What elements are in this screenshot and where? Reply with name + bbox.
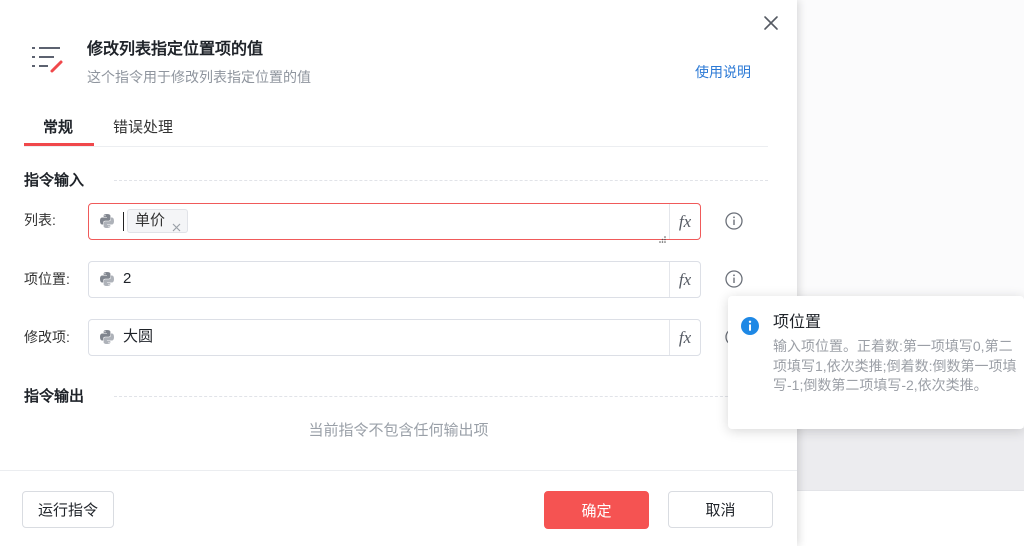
section-divider <box>114 396 768 397</box>
info-icon[interactable] <box>725 212 743 230</box>
background-panel-bottom <box>797 490 1024 546</box>
empty-output-text: 当前指令不包含任何输出项 <box>308 422 489 439</box>
background-panel-band <box>797 428 1024 490</box>
list-input[interactable]: 单价 fx <box>88 203 701 243</box>
item-position-input[interactable]: 2 fx <box>88 261 701 298</box>
confirm-button[interactable]: 确定 <box>544 491 649 529</box>
variable-tag-label: 单价 <box>135 212 166 229</box>
fx-button[interactable]: fx <box>669 262 700 297</box>
item-position-value: 2 <box>123 270 132 287</box>
tab-error-handling[interactable]: 错误处理 <box>113 118 173 138</box>
resize-handle-icon[interactable] <box>659 230 666 243</box>
python-icon <box>99 329 115 345</box>
field-label-list: 列表: <box>24 212 56 228</box>
modify-item-input[interactable]: 大圆 fx <box>88 319 701 356</box>
tab-general[interactable]: 常规 <box>43 118 73 138</box>
help-link[interactable]: 使用说明 <box>695 62 751 82</box>
python-icon <box>99 271 115 287</box>
modify-item-value: 大圆 <box>123 328 154 345</box>
output-section-title: 指令输出 <box>24 388 85 405</box>
list-edit-icon <box>30 44 66 76</box>
cancel-button[interactable]: 取消 <box>668 491 773 528</box>
footer-divider <box>0 470 797 471</box>
tag-remove-icon[interactable] <box>172 217 181 232</box>
info-filled-icon <box>740 316 760 336</box>
input-section-title: 指令输入 <box>24 172 85 189</box>
command-dialog: 修改列表指定位置项的值 这个指令用于修改列表指定位置的值 使用说明 常规 错误处… <box>0 0 797 546</box>
field-label-modify-item: 修改项: <box>24 329 70 345</box>
tooltip-text: 输入项位置。正着数:第一项填写0,第二项填写1,依次类推;倒着数:倒数第一项填写… <box>773 338 1017 393</box>
run-command-button[interactable]: 运行指令 <box>22 491 114 528</box>
text-cursor <box>123 212 124 231</box>
close-icon[interactable] <box>762 14 780 32</box>
item-position-tooltip: 项位置 输入项位置。正着数:第一项填写0,第二项填写1,依次类推;倒着数:倒数第… <box>728 296 1024 429</box>
fx-button[interactable]: fx <box>669 204 700 239</box>
tab-divider <box>24 146 768 147</box>
dialog-subtitle: 这个指令用于修改列表指定位置的值 <box>87 69 311 85</box>
dialog-title: 修改列表指定位置项的值 <box>87 41 264 58</box>
variable-tag[interactable]: 单价 <box>127 209 189 233</box>
tooltip-title: 项位置 <box>773 314 822 331</box>
python-icon <box>99 213 115 229</box>
info-icon[interactable] <box>725 270 743 288</box>
section-divider <box>114 180 768 181</box>
fx-button[interactable]: fx <box>669 320 700 355</box>
field-label-item-position: 项位置: <box>24 271 70 287</box>
